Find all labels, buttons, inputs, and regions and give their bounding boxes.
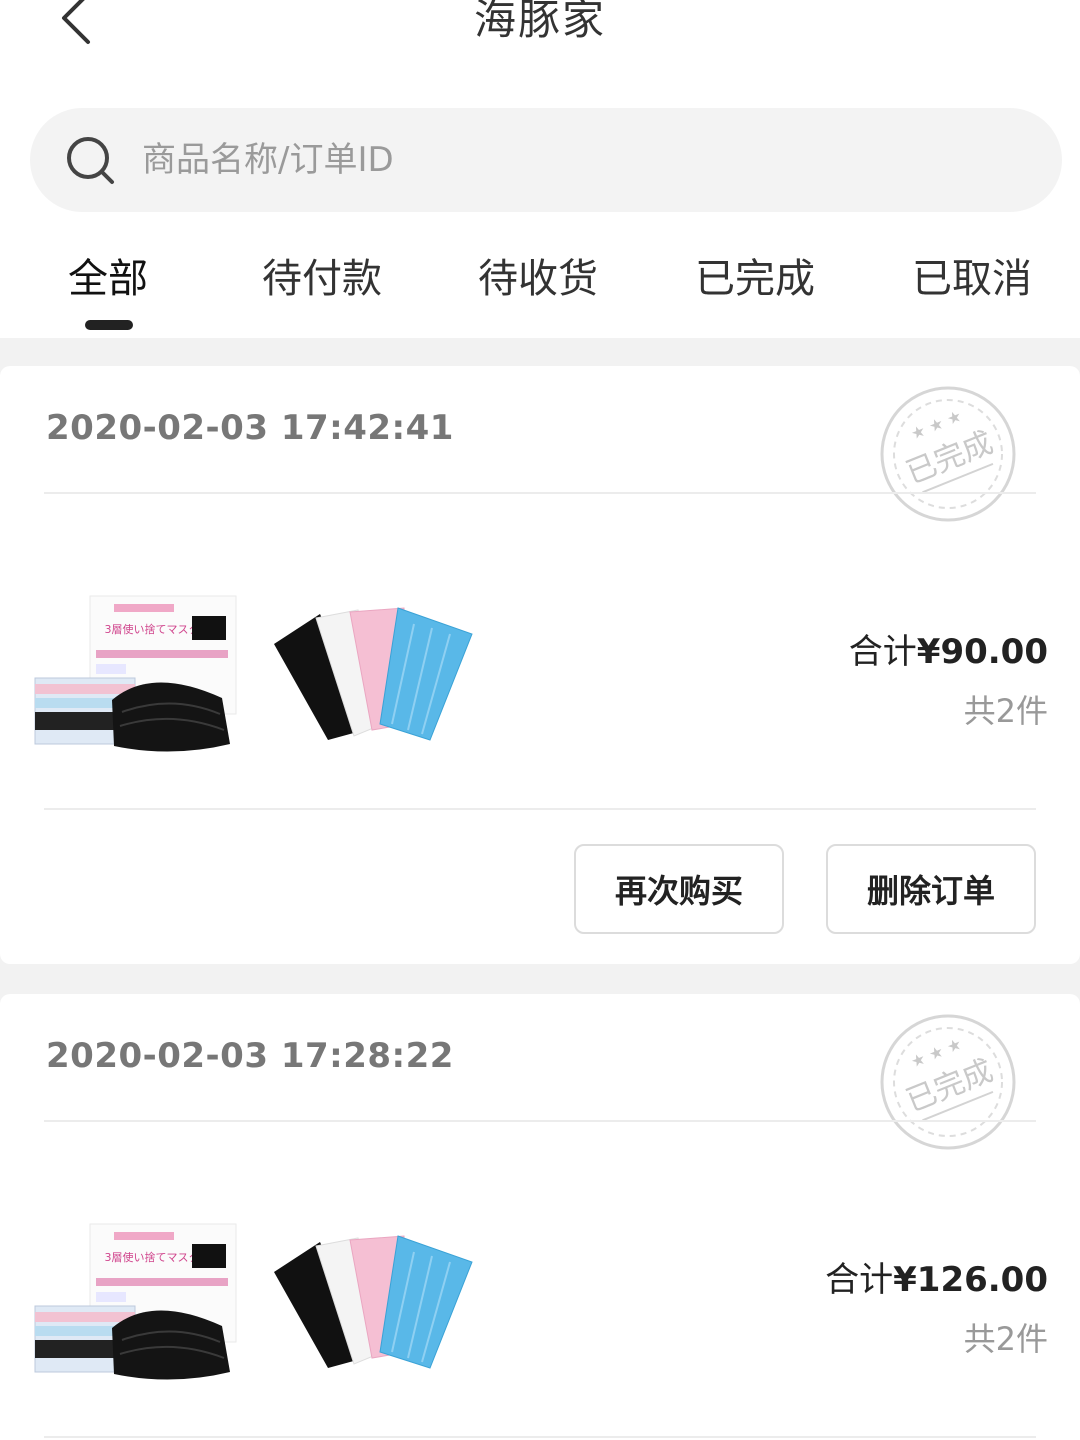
order-time: 2020-02-03 17:42:41 [46,408,454,448]
tab-pending-delivery[interactable]: 待收货 [478,246,598,316]
order-total: 合计¥90.00 [849,624,1048,673]
order-card[interactable]: 2020-02-03 17:28:22 ★ ★ ★ 已完成 3層使い捨てマスク [0,994,1080,1440]
search-bar[interactable] [30,108,1062,212]
delete-order-button[interactable]: 删除订单 [826,844,1036,934]
completed-stamp-icon: ★ ★ ★ 已完成 [880,1014,1016,1150]
tab-all[interactable]: 全部 [68,246,148,316]
order-status-tabs: 全部 待付款 待收货 已完成 已取消 [0,240,1080,338]
svg-text:3層使い捨てマスク: 3層使い捨てマスク [105,622,200,636]
buy-again-button[interactable]: 再次购买 [574,844,784,934]
header-area: 海豚家 全部 待付款 待收货 已完成 已取消 [0,0,1080,338]
item-count: 共2件 [963,1320,1048,1358]
product-image-mask-fan[interactable] [268,1232,474,1372]
order-total: 合计¥126.00 [825,1252,1048,1301]
page-title: 海豚家 [473,0,606,44]
search-input[interactable] [142,128,1022,192]
product-image-mask-box[interactable]: 3層使い捨てマスク [32,592,242,752]
order-time: 2020-02-03 17:28:22 [46,1036,454,1076]
total-prefix: 合计 [825,1260,894,1300]
tab-pending-payment[interactable]: 待付款 [262,246,382,316]
active-tab-indicator [85,320,133,330]
item-count: 共2件 [963,692,1048,730]
order-card[interactable]: 2020-02-03 17:42:41 ★ ★ ★ 已完成 3層使い捨てマスク [0,366,1080,964]
divider [44,1436,1036,1438]
order-list-page: 海豚家 全部 待付款 待收货 已完成 已取消 2020-02-03 17:42:… [0,0,1080,1440]
svg-text:3層使い捨てマスク: 3層使い捨てマスク [105,1250,200,1264]
divider [44,1120,1036,1122]
tab-completed[interactable]: 已完成 [695,246,815,316]
tab-cancelled[interactable]: 已取消 [912,246,1032,316]
total-amount: ¥90.00 [916,632,1048,672]
product-image-mask-fan[interactable] [268,604,474,744]
total-prefix: 合计 [848,632,917,672]
divider [44,492,1036,494]
divider [44,808,1036,810]
product-image-mask-box[interactable]: 3層使い捨てマスク [32,1220,242,1380]
search-icon[interactable] [64,134,120,190]
completed-stamp-icon: ★ ★ ★ 已完成 [880,386,1016,522]
total-amount: ¥126.00 [893,1260,1048,1300]
